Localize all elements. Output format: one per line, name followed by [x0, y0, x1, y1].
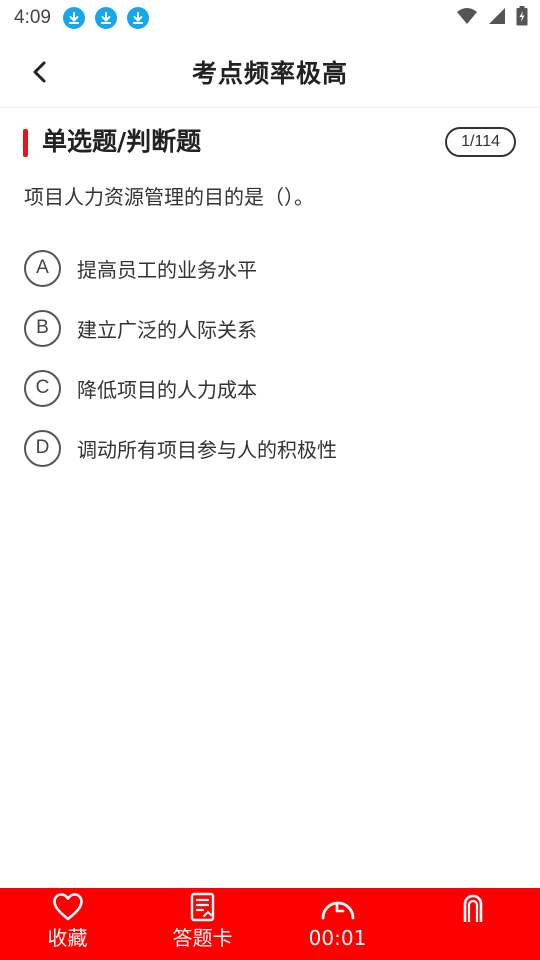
timer-label: 00:01 — [308, 926, 367, 950]
section-heading: 单选题/判断题 1/114 — [0, 124, 540, 160]
answer-sheet-button[interactable]: 答题卡 — [135, 888, 270, 960]
option-b[interactable]: B 建立广泛的人际关系 — [24, 298, 524, 358]
timer-display: 00:01 — [270, 888, 405, 960]
option-letter: C — [24, 369, 61, 407]
favorite-button[interactable]: 收藏 — [0, 888, 135, 960]
battery-charging-icon — [516, 6, 528, 30]
option-text: 调动所有项目参与人的积极性 — [77, 437, 337, 462]
favorite-label: 收藏 — [47, 926, 88, 950]
page-title: 考点频率极高 — [191, 58, 348, 88]
option-c[interactable]: C 降低项目的人力成本 — [24, 358, 524, 418]
answer-sheet-label: 答题卡 — [172, 926, 233, 950]
chevron-left-icon — [33, 61, 46, 83]
app-header: 考点频率极高 — [0, 36, 540, 108]
question-type-title: 单选题/判断题 — [42, 127, 202, 156]
answer-sheet-icon — [190, 892, 214, 922]
download-icon — [94, 7, 117, 29]
hand-submit-button[interactable] — [405, 888, 540, 960]
download-icon — [126, 7, 149, 29]
section-accent-bar — [23, 129, 28, 157]
status-indicators — [456, 6, 528, 30]
option-text: 提高员工的业务水平 — [77, 257, 257, 282]
option-letter: D — [24, 429, 61, 467]
timer-icon — [321, 901, 354, 920]
back-button[interactable] — [24, 56, 56, 88]
wifi-icon — [456, 7, 478, 29]
hand-icon — [463, 894, 482, 922]
heart-icon — [52, 893, 83, 921]
download-icon — [62, 7, 85, 29]
status-bar: 4:09 — [0, 0, 540, 36]
option-text: 建立广泛的人际关系 — [77, 317, 257, 342]
status-time: 4:09 — [14, 7, 51, 28]
option-text: 降低项目的人力成本 — [77, 377, 257, 402]
question-progress-badge: 1/114 — [445, 127, 516, 157]
option-letter: A — [24, 249, 61, 287]
question-text: 项目人力资源管理的目的是（）。 — [24, 185, 314, 209]
answer-options: A 提高员工的业务水平 B 建立广泛的人际关系 C 降低项目的人力成本 D 调动… — [24, 238, 524, 478]
option-a[interactable]: A 提高员工的业务水平 — [24, 238, 524, 298]
option-letter: B — [24, 309, 61, 347]
bottom-action-bar: 收藏 答题卡 00:01 — [0, 888, 540, 960]
signal-icon — [488, 7, 506, 29]
option-d[interactable]: D 调动所有项目参与人的积极性 — [24, 418, 524, 478]
